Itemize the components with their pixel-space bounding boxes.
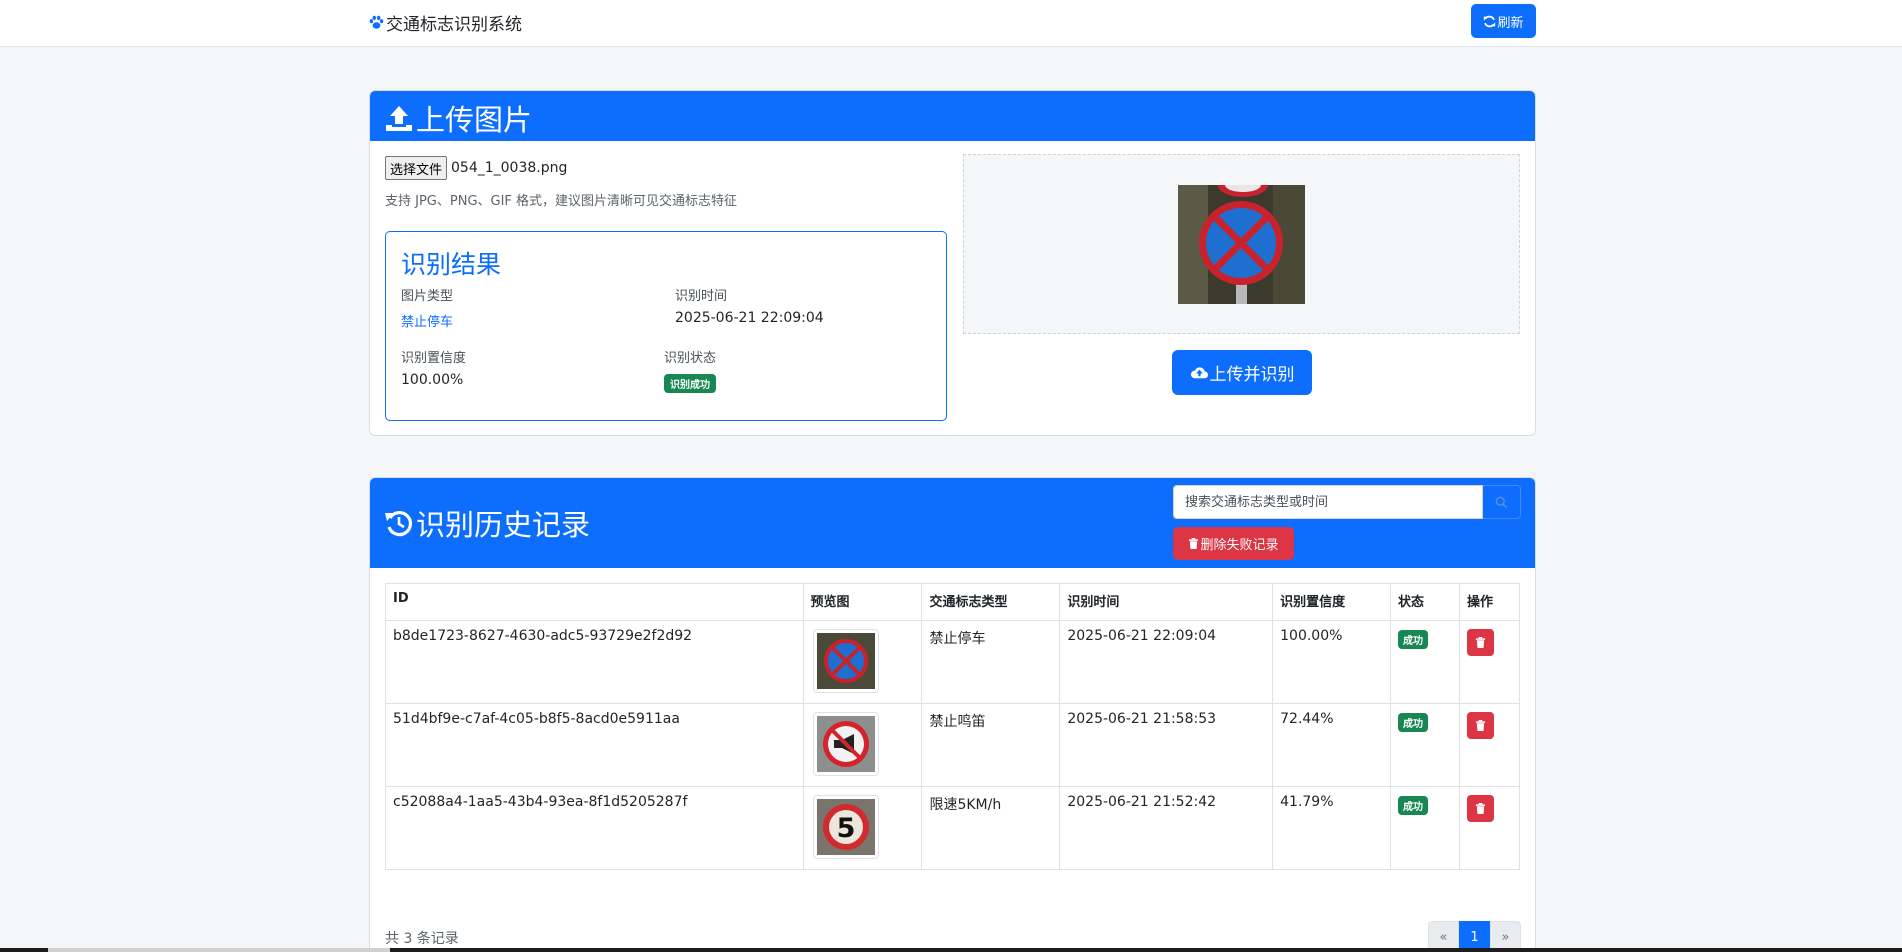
search-button[interactable] — [1483, 485, 1521, 519]
status-label: 识别状态 — [664, 351, 717, 366]
row-status: 成功 — [1390, 703, 1460, 787]
time-value: 2025-06-21 22:09:04 — [675, 310, 824, 326]
delete-row-button[interactable] — [1466, 712, 1494, 739]
no-parking-sign-icon — [816, 633, 875, 689]
upload-title-text: 上传图片 — [416, 103, 533, 137]
upload-card-header: 上传图片 — [370, 91, 1535, 141]
search-input[interactable] — [1173, 485, 1483, 519]
upload-button-label: 上传并识别 — [1209, 365, 1295, 385]
speed-limit-5-sign-icon: 5 — [816, 799, 875, 855]
row-status: 成功 — [1390, 620, 1460, 704]
search-group — [1173, 485, 1521, 519]
row-id: c52088a4-1aa5-43b4-93ea-8f1d5205287f — [385, 786, 804, 870]
row-preview — [802, 620, 923, 704]
row-confidence: 41.79% — [1272, 786, 1392, 870]
choose-file-button[interactable]: 选择文件 — [385, 156, 448, 180]
row-type: 禁止鸣笛 — [921, 703, 1061, 787]
row-actions — [1458, 786, 1521, 870]
table-row: b8de1723-8627-4630-adc5-93729e2f2d92 禁止停… — [385, 620, 1521, 704]
cloud-upload-icon — [1190, 367, 1208, 379]
column-header-preview: 预览图 — [802, 583, 923, 621]
search-icon — [1495, 496, 1508, 508]
file-name: 054_1_0038.png — [451, 160, 568, 176]
no-parking-sign-image — [1178, 185, 1305, 304]
status-badge: 成功 — [1398, 630, 1429, 649]
preview-thumbnail[interactable] — [812, 629, 879, 693]
delete-row-button[interactable] — [1466, 629, 1494, 656]
svg-text:5: 5 — [836, 813, 855, 844]
table-row: c52088a4-1aa5-43b4-93ea-8f1d5205287f 5 限… — [385, 786, 1521, 870]
row-time: 2025-06-21 21:52:42 — [1059, 786, 1274, 870]
type-label: 图片类型 — [401, 289, 454, 304]
row-type: 禁止停车 — [921, 620, 1061, 704]
column-header-id: ID — [385, 583, 804, 621]
history-title: 识别历史记录 — [384, 502, 590, 544]
delete-row-button[interactable] — [1466, 795, 1494, 822]
history-table: ID 预览图 交通标志类型 识别时间 识别置信度 状态 操作 b8de1723-… — [385, 583, 1521, 870]
result-title: 识别结果 — [401, 250, 502, 279]
column-header-time: 识别时间 — [1059, 583, 1274, 621]
file-format-hint: 支持 JPG、PNG、GIF 格式，建议图片清晰可见交通标志特征 — [385, 194, 738, 209]
image-preview-area — [963, 154, 1520, 334]
trash-icon — [1475, 637, 1486, 648]
preview-thumbnail[interactable] — [812, 712, 879, 776]
column-header-actions: 操作 — [1458, 583, 1521, 621]
row-preview — [802, 703, 923, 787]
table-row: 51d4bf9e-c7af-4c05-b8f5-8acd0e5911aa 禁止鸣… — [385, 703, 1521, 787]
status-badge: 成功 — [1398, 796, 1429, 815]
scrollbar-thumb[interactable] — [48, 948, 390, 952]
preview-thumbnail[interactable]: 5 — [812, 795, 879, 859]
status-badge-wrap: 识别成功 — [664, 373, 716, 393]
confidence-value: 100.00% — [401, 372, 464, 388]
refresh-icon — [1484, 15, 1496, 27]
table-header-row: ID 预览图 交通标志类型 识别时间 识别置信度 状态 操作 — [385, 583, 1521, 621]
column-header-status: 状态 — [1390, 583, 1460, 621]
row-actions — [1458, 703, 1521, 787]
brand[interactable]: 交通标志识别系统 — [368, 10, 522, 35]
history-icon — [385, 511, 412, 537]
confidence-label: 识别置信度 — [401, 351, 467, 366]
history-title-text: 识别历史记录 — [416, 508, 591, 542]
delete-failed-records-button[interactable]: 删除失败记录 — [1173, 527, 1294, 560]
trash-icon — [1475, 803, 1486, 814]
row-time: 2025-06-21 21:58:53 — [1059, 703, 1274, 787]
row-confidence: 72.44% — [1272, 703, 1392, 787]
paw-icon — [369, 15, 384, 29]
refresh-label: 刷新 — [1497, 15, 1524, 31]
brand-title: 交通标志识别系统 — [386, 15, 522, 35]
row-id: b8de1723-8627-4630-adc5-93729e2f2d92 — [385, 620, 804, 704]
column-header-confidence: 识别置信度 — [1272, 583, 1392, 621]
history-card-header: 识别历史记录 删除失败记录 — [370, 478, 1535, 568]
status-badge: 成功 — [1398, 713, 1429, 732]
time-label: 识别时间 — [675, 289, 728, 304]
row-confidence: 100.00% — [1272, 620, 1392, 704]
trash-icon — [1475, 720, 1486, 731]
upload-title: 上传图片 — [384, 97, 532, 139]
row-time: 2025-06-21 22:09:04 — [1059, 620, 1274, 704]
column-header-type: 交通标志类型 — [921, 583, 1061, 621]
row-type: 限速5KM/h — [921, 786, 1061, 870]
total-records: 共 3 条记录 — [385, 931, 459, 947]
type-value: 禁止停车 — [401, 315, 454, 330]
row-actions — [1458, 620, 1521, 704]
no-horn-sign-icon — [816, 716, 875, 772]
upload-icon — [386, 106, 412, 131]
row-preview: 5 — [802, 786, 923, 870]
trash-icon — [1189, 538, 1199, 549]
row-id: 51d4bf9e-c7af-4c05-b8f5-8acd0e5911aa — [385, 703, 804, 787]
file-input-row: 选择文件 054_1_0038.png — [385, 156, 567, 180]
horizontal-scrollbar[interactable] — [0, 948, 1902, 952]
upload-and-recognize-button[interactable]: 上传并识别 — [1172, 350, 1312, 395]
result-panel: 识别结果 图片类型 禁止停车 识别时间 2025-06-21 22:09:04 … — [385, 231, 947, 421]
refresh-button[interactable]: 刷新 — [1471, 4, 1536, 38]
delete-failed-label: 删除失败记录 — [1200, 538, 1279, 553]
status-badge: 识别成功 — [664, 374, 716, 393]
navbar: 交通标志识别系统 刷新 — [0, 0, 1902, 47]
upload-card: 上传图片 选择文件 054_1_0038.png 支持 JPG、PNG、GIF … — [369, 90, 1536, 436]
history-card: 识别历史记录 删除失败记录 ID — [369, 477, 1536, 952]
row-status: 成功 — [1390, 786, 1460, 870]
